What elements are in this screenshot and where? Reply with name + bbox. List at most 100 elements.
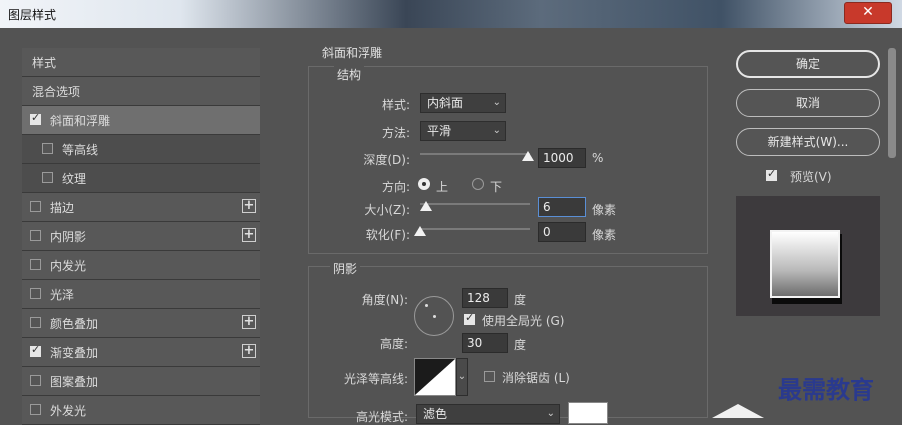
soften-slider-thumb[interactable]	[414, 226, 426, 236]
preview-checkbox[interactable]	[766, 167, 777, 181]
soften-label: 软化(F):	[365, 228, 410, 242]
sidebar-item-checkbox[interactable]	[42, 143, 53, 154]
sidebar-item-label: 斜面和浮雕	[50, 114, 111, 128]
sidebar-item-label: 样式	[32, 56, 57, 70]
sidebar-item[interactable]: 等高线	[22, 135, 260, 164]
anti-alias-checkbox[interactable]	[484, 371, 495, 382]
depth-slider-track[interactable]	[420, 153, 530, 155]
new-style-button[interactable]: 新建样式(W)...	[736, 128, 880, 156]
sidebar-item-label: 图案叠加	[50, 375, 99, 389]
sidebar-item[interactable]: 内发光	[22, 251, 260, 280]
sidebar-item-checkbox[interactable]	[30, 375, 41, 386]
sidebar-item[interactable]: 外发光	[22, 396, 260, 425]
soften-input[interactable]: 0	[538, 222, 586, 242]
sidebar-item[interactable]: 内阴影 +	[22, 222, 260, 251]
depth-label: 深度(D):	[363, 153, 410, 167]
angle-unit: 度	[514, 293, 527, 307]
sidebar-item[interactable]: 样式	[22, 48, 260, 77]
angle-dial-handle	[425, 304, 428, 307]
size-slider-thumb[interactable]	[420, 201, 432, 211]
size-label: 大小(Z):	[364, 203, 410, 217]
sidebar-item-label: 描边	[50, 201, 75, 215]
altitude-input[interactable]: 30	[462, 333, 508, 353]
depth-slider-thumb[interactable]	[522, 151, 534, 161]
sidebar-item[interactable]: 颜色叠加 +	[22, 309, 260, 338]
sidebar-item-checkbox[interactable]	[30, 288, 41, 299]
angle-label: 角度(N):	[361, 293, 408, 307]
style-select[interactable]: 内斜面 ⌄	[420, 93, 506, 113]
bevel-section-title: 斜面和浮雕	[322, 46, 383, 60]
sidebar-item-label: 颜色叠加	[50, 317, 99, 331]
altitude-unit: 度	[514, 338, 527, 352]
angle-dial-dot	[433, 315, 436, 318]
sidebar-item-checkbox[interactable]	[30, 201, 41, 212]
title-bar: 图层样式 ✕	[0, 0, 902, 28]
direction-down-radio[interactable]	[472, 178, 484, 190]
sidebar-item-checkbox[interactable]	[30, 317, 41, 328]
watermark-text: 最需教育	[778, 375, 874, 404]
direction-label: 方向:	[381, 180, 410, 194]
anti-alias-label: 消除锯齿 (L)	[502, 371, 570, 385]
global-light-checkbox[interactable]	[464, 311, 475, 325]
sidebar-item[interactable]: 描边 +	[22, 193, 260, 222]
add-effect-icon[interactable]: +	[242, 228, 256, 242]
style-preview	[736, 196, 880, 316]
sidebar-item[interactable]: 渐变叠加 +	[22, 338, 260, 367]
depth-input[interactable]: 1000	[538, 148, 586, 168]
sidebar-item-checkbox[interactable]	[42, 172, 53, 183]
style-label: 样式:	[381, 98, 410, 112]
angle-input[interactable]: 128	[462, 288, 508, 308]
technique-select[interactable]: 平滑 ⌄	[420, 121, 506, 141]
highlight-mode-select[interactable]: 滤色 ⌄	[416, 404, 560, 424]
sidebar-item[interactable]: 混合选项	[22, 77, 260, 106]
sidebar-item[interactable]: 图案叠加	[22, 367, 260, 396]
sidebar-item-checkbox[interactable]	[30, 230, 41, 241]
add-effect-icon[interactable]: +	[242, 199, 256, 213]
size-unit: 像素	[592, 203, 617, 217]
chevron-down-icon: ⌄	[546, 408, 555, 419]
chevron-down-icon: ⌄	[457, 371, 467, 382]
size-slider-track[interactable]	[420, 203, 530, 205]
direction-down-label: 下	[490, 180, 503, 194]
soften-unit: 像素	[592, 228, 617, 242]
sidebar-item-label: 纹理	[62, 172, 87, 186]
highlight-color-swatch[interactable]	[568, 402, 608, 424]
soften-slider-track[interactable]	[420, 228, 530, 230]
sidebar-item[interactable]: 光泽	[22, 280, 260, 309]
shading-title: 阴影	[330, 260, 361, 277]
depth-unit: %	[592, 151, 604, 165]
sidebar-item-checkbox[interactable]	[30, 259, 41, 270]
preview-bevel	[770, 230, 840, 298]
scrollbar[interactable]	[888, 48, 896, 158]
cancel-button[interactable]: 取消	[736, 89, 880, 117]
highlight-mode-label: 高光模式:	[355, 410, 408, 424]
close-button[interactable]: ✕	[844, 2, 892, 24]
close-icon: ✕	[862, 4, 874, 20]
sidebar-item-label: 混合选项	[32, 85, 81, 99]
size-input[interactable]: 6	[538, 197, 586, 217]
chevron-down-icon: ⌄	[492, 125, 501, 136]
structure-title: 结构	[334, 66, 365, 83]
gloss-contour-label: 光泽等高线:	[343, 372, 408, 386]
gloss-contour-picker[interactable]	[414, 358, 456, 396]
sidebar-item-label: 光泽	[50, 288, 75, 302]
sidebar-item[interactable]: 斜面和浮雕	[22, 106, 260, 135]
sidebar-item-checkbox[interactable]	[30, 111, 41, 125]
direction-up-radio[interactable]	[418, 178, 430, 190]
direction-up-label: 上	[436, 180, 449, 194]
ok-button[interactable]: 确定	[736, 50, 880, 78]
highlight-mode-value: 滤色	[423, 407, 448, 421]
gloss-contour-dropdown[interactable]: ⌄	[456, 358, 468, 396]
window-title: 图层样式	[8, 8, 57, 22]
add-effect-icon[interactable]: +	[242, 315, 256, 329]
technique-select-value: 平滑	[427, 124, 452, 138]
angle-dial[interactable]	[414, 296, 454, 336]
sidebar-item-checkbox[interactable]	[30, 404, 41, 415]
sidebar-item[interactable]: 纹理	[22, 164, 260, 193]
sidebar-item-checkbox[interactable]	[30, 343, 41, 357]
sidebar-item-label: 内阴影	[50, 230, 87, 244]
add-effect-icon[interactable]: +	[242, 344, 256, 358]
sidebar-item-label: 外发光	[50, 404, 87, 418]
contour-curve-icon	[415, 359, 455, 395]
sidebar-item-label: 渐变叠加	[50, 346, 99, 360]
